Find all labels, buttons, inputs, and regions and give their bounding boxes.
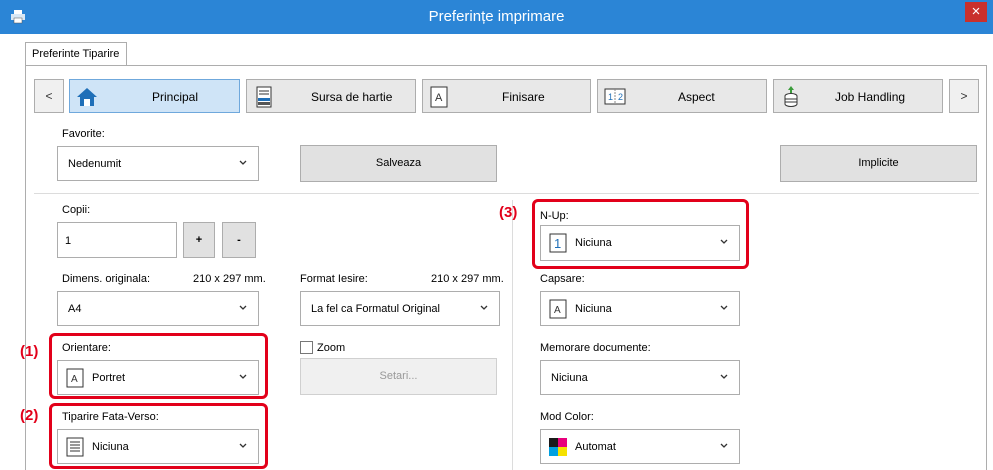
save-button[interactable]: Salveaza — [300, 145, 497, 182]
staple-value: Niciuna — [575, 303, 612, 315]
svg-text:A: A — [435, 92, 443, 104]
color-mode-value: Automat — [575, 441, 616, 453]
doc-filing-select[interactable]: Niciuna — [540, 360, 740, 395]
output-format-value: La fel ca Formatul Original — [311, 303, 440, 315]
chevron-down-icon — [720, 374, 728, 379]
nav-label: Sursa de hartie — [311, 90, 393, 104]
output-format-select[interactable]: La fel ca Formatul Original — [300, 291, 500, 326]
color-mode-label: Mod Color: — [540, 411, 594, 423]
output-format-dimensions: 210 x 297 mm. — [431, 273, 504, 285]
svg-text:A: A — [554, 305, 561, 316]
doc-filing-value: Niciuna — [551, 372, 588, 384]
chevron-down-icon — [480, 305, 488, 310]
finishing-page-icon: A — [430, 86, 448, 108]
favorites-label: Favorite: — [62, 128, 105, 140]
highlight-duplex — [49, 403, 268, 469]
chevron-down-icon — [720, 305, 728, 310]
callout-2: (2) — [20, 407, 39, 424]
home-icon — [77, 88, 97, 106]
tab-preferinte-tiparire[interactable]: Preferinte Tiparire — [25, 42, 127, 66]
svg-text:1: 1 — [608, 92, 613, 102]
original-size-select[interactable]: A4 — [57, 291, 259, 326]
original-size-label: Dimens. originala: — [62, 273, 151, 285]
chevron-down-icon — [239, 160, 247, 165]
staple-page-icon: A — [549, 299, 567, 319]
staple-label: Capsare: — [540, 273, 585, 285]
original-size-value: A4 — [68, 303, 82, 315]
nav-principal[interactable]: Principal — [69, 79, 240, 113]
job-stack-icon — [784, 86, 798, 107]
divider — [34, 193, 979, 194]
nav-label: Aspect — [678, 90, 715, 104]
chevron-down-icon — [239, 305, 247, 310]
paper-tray-icon — [256, 86, 272, 108]
window-title: Preferințe imprimare — [428, 8, 565, 25]
color-mode-icon — [549, 438, 567, 456]
callout-3: (3) — [499, 204, 518, 221]
nav-job-handling[interactable]: Job Handling — [773, 79, 943, 113]
output-format-label: Format Iesire: — [300, 273, 368, 285]
zoom-checkbox[interactable] — [300, 341, 313, 354]
copies-minus-button[interactable]: - — [222, 222, 256, 258]
defaults-button[interactable]: Implicite — [780, 145, 977, 182]
staple-select[interactable]: A Niciuna — [540, 291, 740, 326]
favorites-value: Nedenumit — [68, 158, 122, 170]
callout-1: (1) — [20, 343, 39, 360]
favorites-select[interactable]: Nedenumit — [57, 146, 259, 181]
color-mode-select[interactable]: Automat — [540, 429, 740, 464]
highlight-nup — [532, 199, 749, 269]
copies-plus-button[interactable]: + — [183, 222, 215, 258]
copies-label: Copii: — [62, 204, 91, 216]
highlight-orientation — [49, 333, 268, 399]
chevron-down-icon — [720, 443, 728, 448]
copies-input[interactable]: 1 — [57, 222, 177, 258]
copies-value: 1 — [65, 235, 72, 247]
nav-label: Job Handling — [835, 90, 906, 104]
doc-filing-label: Memorare documente: — [540, 342, 651, 354]
zoom-settings-button[interactable]: Setari... — [300, 358, 497, 395]
zoom-label: Zoom — [317, 342, 346, 354]
layout-pages-icon: 1 2 — [604, 88, 626, 105]
divider — [512, 200, 513, 470]
svg-text:2: 2 — [618, 92, 623, 102]
nav-label: Principal — [152, 90, 199, 104]
nav-next-button[interactable]: > — [949, 79, 979, 113]
nav-label: Finisare — [502, 90, 545, 104]
original-size-dimensions: 210 x 297 mm. — [193, 273, 266, 285]
title-bar: Preferințe imprimare × — [0, 0, 993, 34]
nav-aspect[interactable]: 1 2 Aspect — [597, 79, 767, 113]
close-button[interactable]: × — [965, 2, 987, 22]
nav-finisare[interactable]: A Finisare — [422, 79, 591, 113]
nav-prev-button[interactable]: < — [34, 79, 64, 113]
nav-sursa-de-hartie[interactable]: Sursa de hartie — [246, 79, 416, 113]
